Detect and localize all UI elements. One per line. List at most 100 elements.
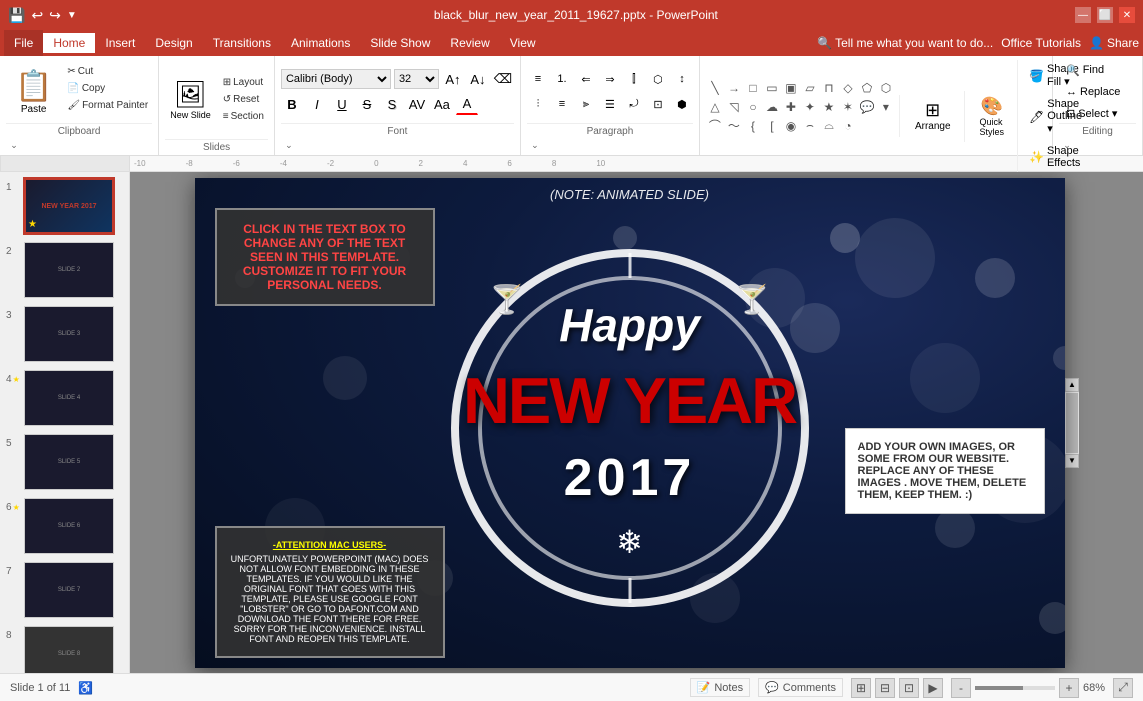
redo-icon[interactable]: ↪ <box>49 7 61 24</box>
quick-styles-button[interactable]: 🎨 Quick Styles <box>971 91 1014 142</box>
align-text-button[interactable]: ⊡ <box>647 93 669 115</box>
menu-transitions[interactable]: Transitions <box>203 33 281 53</box>
shape-hexagon[interactable]: ⬡ <box>877 79 895 97</box>
cut-button[interactable]: ✂ Cut <box>63 64 152 79</box>
minimize-button[interactable]: — <box>1075 7 1091 23</box>
format-painter-button[interactable]: 🖌 Format Painter <box>63 98 152 113</box>
shape-pie[interactable]: ◔ <box>839 117 857 135</box>
align-right-button[interactable]: ⫸ <box>575 93 597 115</box>
font-size-select[interactable]: 32 <box>394 69 439 89</box>
comments-button[interactable]: 💬 Comments <box>758 678 843 697</box>
menu-home[interactable]: Home <box>43 33 95 53</box>
shape-oval[interactable]: ○ <box>744 98 762 116</box>
slide-thumb-3[interactable]: 3 SLIDE 3 <box>4 304 125 364</box>
char-spacing-button[interactable]: AV <box>406 93 428 115</box>
replace-button[interactable]: ↔ Replace <box>1059 83 1127 101</box>
share-button[interactable]: 👤 Share <box>1089 36 1139 50</box>
shadow-button[interactable]: S <box>381 93 403 115</box>
font-increase-button[interactable]: A↑ <box>442 68 464 90</box>
arrange-button[interactable]: ⊞ Arrange <box>906 95 960 137</box>
images-textbox[interactable]: ADD YOUR OWN IMAGES, OR SOME FROM OUR WE… <box>845 428 1045 514</box>
shape-arc[interactable]: ⌢ <box>801 117 819 135</box>
fit-slide-button[interactable]: ⤢ <box>1113 678 1133 698</box>
zoom-slider[interactable] <box>975 686 1055 690</box>
columns-button[interactable]: ⫿ <box>623 68 645 90</box>
mac-textbox[interactable]: -ATTENTION MAC USERS- UNFORTUNATELY POWE… <box>215 526 445 658</box>
strikethrough-button[interactable]: S <box>356 93 378 115</box>
shape-brace[interactable]: { <box>744 117 762 135</box>
restore-button[interactable]: ⬜ <box>1097 7 1113 23</box>
underline-button[interactable]: U <box>331 93 353 115</box>
shape-more[interactable]: ▾ <box>877 98 895 116</box>
slide-canvas[interactable]: (NOTE: ANIMATED SLIDE) 🍸 🍸 Happy NEW YEA… <box>195 178 1065 668</box>
clipboard-expand-icon[interactable]: ⌄ <box>6 137 22 153</box>
shape-cloud[interactable]: ☁ <box>763 98 781 116</box>
justify-button[interactable]: ☰ <box>599 93 621 115</box>
copy-button[interactable]: 📄 Copy <box>63 81 152 96</box>
font-decrease-button[interactable]: A↓ <box>467 68 489 90</box>
align-center-button[interactable]: ≡ <box>551 93 573 115</box>
paragraph-expand-icon[interactable]: ⌄ <box>527 137 543 153</box>
new-slide-button[interactable]: 🖼 New Slide <box>165 74 216 125</box>
menu-view[interactable]: View <box>500 33 546 53</box>
close-button[interactable]: ✕ <box>1119 7 1135 23</box>
select-button[interactable]: ⊡ Select ▾ <box>1059 104 1127 123</box>
scroll-thumb[interactable] <box>1066 393 1078 453</box>
numbering-button[interactable]: 1. <box>551 68 573 90</box>
slide-thumb-5[interactable]: 5 SLIDE 5 <box>4 432 125 492</box>
clear-format-button[interactable]: ⌫ <box>492 68 514 90</box>
notes-button[interactable]: 📝 Notes <box>690 678 750 697</box>
office-tutorials[interactable]: Office Tutorials <box>1001 36 1081 50</box>
font-color-button[interactable]: A <box>456 93 478 115</box>
shape-arrow[interactable]: → <box>725 79 743 97</box>
shape-triangle[interactable]: △ <box>706 98 724 116</box>
shape-freeform[interactable]: 〜 <box>725 117 743 135</box>
layout-button[interactable]: ⊞ Layout <box>219 75 268 90</box>
font-expand-icon[interactable]: ⌄ <box>281 137 297 153</box>
change-case-button[interactable]: Aa <box>431 93 453 115</box>
normal-view-button[interactable]: ⊞ <box>851 678 871 698</box>
bold-button[interactable]: B <box>281 93 303 115</box>
editing-expand-icon[interactable]: ⌄ <box>1059 137 1075 153</box>
font-name-select[interactable]: Calibri (Body) <box>281 69 391 89</box>
reset-button[interactable]: ↺ Reset <box>219 92 268 107</box>
menu-review[interactable]: Review <box>440 33 499 53</box>
slide-thumb-4[interactable]: 4★ SLIDE 4 <box>4 368 125 428</box>
menu-design[interactable]: Design <box>145 33 202 53</box>
text-direction-button[interactable]: ⤾ <box>623 93 645 115</box>
undo-icon[interactable]: ↩ <box>31 7 43 24</box>
smart-art-button[interactable]: ⬡ <box>647 68 669 90</box>
shape-rtriangle[interactable]: ◹ <box>725 98 743 116</box>
slide-sorter-button[interactable]: ⊟ <box>875 678 895 698</box>
shape-callout[interactable]: 💬 <box>858 98 876 116</box>
accessibility-icon[interactable]: ♿ <box>78 681 93 695</box>
reading-view-button[interactable]: ⊡ <box>899 678 919 698</box>
menu-insert[interactable]: Insert <box>95 33 145 53</box>
shape-rect[interactable]: □ <box>744 79 762 97</box>
shape-diamond[interactable]: ◇ <box>839 79 857 97</box>
slideshow-view-button[interactable]: ▶ <box>923 678 943 698</box>
scroll-up-button[interactable]: ▲ <box>1065 378 1079 392</box>
menu-animations[interactable]: Animations <box>281 33 360 53</box>
slide-thumb-1[interactable]: 1 NEW YEAR 2017 ★ <box>4 176 125 236</box>
shape-pentagon[interactable]: ⬠ <box>858 79 876 97</box>
bullets-button[interactable]: ≡ <box>527 68 549 90</box>
zoom-in-button[interactable]: + <box>1059 678 1079 698</box>
shape-donut[interactable]: ◉ <box>782 117 800 135</box>
shape-star5[interactable]: ★ <box>820 98 838 116</box>
shape-chord[interactable]: ⌓ <box>820 117 838 135</box>
shape-bracket[interactable]: [ <box>763 117 781 135</box>
convert-to-smartart-button[interactable]: ⬢ <box>671 93 693 115</box>
shape-line[interactable]: ╲ <box>706 79 724 97</box>
shape-cross[interactable]: ✚ <box>782 98 800 116</box>
increase-indent-button[interactable]: ⇒ <box>599 68 621 90</box>
menu-slideshow[interactable]: Slide Show <box>360 33 440 53</box>
save-icon[interactable]: 💾 <box>8 7 25 24</box>
decrease-indent-button[interactable]: ⇐ <box>575 68 597 90</box>
italic-button[interactable]: I <box>306 93 328 115</box>
slide-thumb-8[interactable]: 8 SLIDE 8 <box>4 624 125 673</box>
tell-me-box[interactable]: 🔍 Tell me what you want to do... <box>817 36 993 50</box>
menu-file[interactable]: File <box>4 30 43 56</box>
line-spacing-button[interactable]: ↕ <box>671 68 693 90</box>
shape-star4[interactable]: ✦ <box>801 98 819 116</box>
